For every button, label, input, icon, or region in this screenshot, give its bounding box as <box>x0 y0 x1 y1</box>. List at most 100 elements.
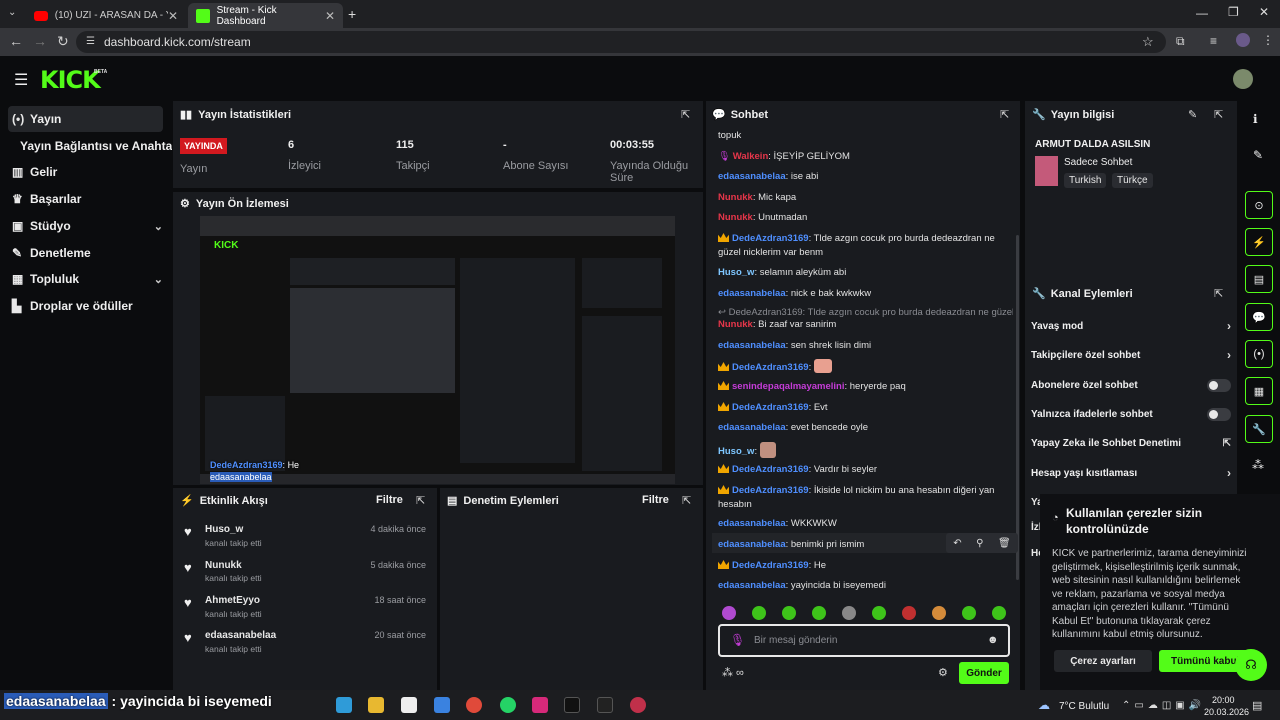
sidebar-item-gelir[interactable]: ▥ Gelir <box>8 159 163 185</box>
emote-icon[interactable] <box>812 606 826 620</box>
tiktok-icon[interactable] <box>564 697 580 713</box>
instagram-icon[interactable] <box>532 697 548 713</box>
popout-icon[interactable]: ⇱ <box>681 108 690 121</box>
profile-icon[interactable] <box>1236 33 1250 47</box>
notification-icon[interactable]: ▤ <box>1252 699 1262 712</box>
media-icon[interactable]: ≡ <box>1210 34 1217 48</box>
weather-text[interactable]: 7°C Bulutlu <box>1059 701 1109 712</box>
sidebar-item-droplar[interactable]: ▙ Droplar ve ödüller <box>8 293 163 319</box>
clock-time[interactable]: 20:00 <box>1212 695 1235 705</box>
sidebar-item-yayin[interactable]: (•) Yayın <box>8 106 163 132</box>
close-icon[interactable]: ✕ <box>325 9 335 23</box>
new-tab-button[interactable]: + <box>348 6 356 22</box>
menu-icon[interactable]: ⋮ <box>1262 33 1274 47</box>
whatsapp-icon[interactable] <box>500 697 516 713</box>
tradingview-icon[interactable] <box>597 697 613 713</box>
popout-icon[interactable]: ⇱ <box>1214 287 1223 300</box>
action-ai-moderation[interactable]: Yapay Zeka ile Sohbet Denetimi ⇱ <box>1031 433 1231 453</box>
activity-user[interactable]: Nunukk <box>205 560 242 571</box>
tag-turkish[interactable]: Turkish <box>1064 173 1107 188</box>
cookie-settings-button[interactable]: Çerez ayarları <box>1054 650 1152 672</box>
action-followers-only[interactable]: Takipçilere özel sohbet › <box>1031 345 1231 365</box>
edit-icon[interactable]: ✎ <box>1253 148 1263 162</box>
mic-icon[interactable]: 🎙 <box>730 633 745 647</box>
widget-activity-button[interactable]: ⚡ <box>1245 228 1273 256</box>
stats-footer-icon[interactable]: ⁂ ∞ <box>722 666 744 679</box>
file-explorer-icon[interactable] <box>368 697 384 713</box>
chat-settings-icon[interactable]: ⚙ <box>938 666 948 679</box>
popout-icon[interactable]: ⇱ <box>1000 108 1009 121</box>
tab-youtube[interactable]: (10) UZI - ARASAN DA - YouTub ✕ <box>26 3 186 28</box>
pin-icon[interactable]: ⚲ <box>976 538 983 549</box>
activity-filter-button[interactable]: Filtre <box>376 494 403 506</box>
extensions-icon[interactable]: ⧉ <box>1176 34 1185 49</box>
more-widgets-icon[interactable]: ⁂ <box>1252 458 1264 472</box>
user-avatar[interactable] <box>1233 69 1253 89</box>
category-name[interactable]: Sadece Sohbet <box>1064 157 1132 168</box>
edit-icon[interactable]: ✎ <box>1188 108 1197 121</box>
mail-icon[interactable] <box>434 697 450 713</box>
popout-icon[interactable]: ⇱ <box>682 494 691 507</box>
clock-date[interactable]: 20.03.2026 <box>1204 707 1249 717</box>
weather-icon[interactable]: ☁ <box>1038 698 1050 712</box>
send-button[interactable]: Gönder <box>959 662 1009 684</box>
widget-broadcast-button[interactable]: (•) <box>1245 340 1273 368</box>
sidebar-item-denetleme[interactable]: ✎ Denetleme <box>8 240 163 266</box>
emote-icon[interactable] <box>782 606 796 620</box>
emote-icon[interactable] <box>902 606 916 620</box>
emoji-icon[interactable]: ☻ <box>987 634 999 646</box>
tag-turkce[interactable]: Türkçe <box>1112 173 1153 188</box>
sidebar-item-basarilar[interactable]: ♛ Başarılar <box>8 186 163 212</box>
action-account-age[interactable]: Hesap yaşı kısıtlaması › <box>1031 463 1231 483</box>
chrome-icon[interactable] <box>466 697 482 713</box>
info-icon[interactable]: ℹ <box>1253 112 1258 126</box>
store-icon[interactable] <box>401 697 417 713</box>
address-bar[interactable]: dashboard.kick.com/stream <box>76 31 1166 53</box>
sidebar-item-topluluk[interactable]: ▦ Topluluk ⌄ <box>8 266 163 292</box>
widget-preview-button[interactable]: ⊙ <box>1245 191 1273 219</box>
moderation-filter-button[interactable]: Filtre <box>642 494 669 506</box>
minimize-button[interactable]: — <box>1196 6 1208 20</box>
window-close-button[interactable]: ✕ <box>1259 5 1269 19</box>
emote-icon[interactable] <box>872 606 886 620</box>
close-icon[interactable]: ✕ <box>168 9 178 23</box>
sidebar-item-studyo[interactable]: ▣ Stüdyo ⌄ <box>8 213 163 239</box>
activity-user[interactable]: Huso_w <box>205 524 243 535</box>
edge-icon[interactable] <box>336 697 352 713</box>
forward-icon[interactable]: → <box>33 33 47 49</box>
toggle-switch[interactable] <box>1207 407 1231 421</box>
popout-icon[interactable]: ⇱ <box>416 494 425 507</box>
site-info-icon[interactable]: ☰ <box>86 36 95 47</box>
widget-moderation-button[interactable]: ▤ <box>1245 265 1273 293</box>
emote-icon[interactable] <box>992 606 1006 620</box>
action-subscribers-only[interactable]: Abonelere özel sohbet <box>1031 375 1231 395</box>
app-icon[interactable] <box>630 697 646 713</box>
trash-icon[interactable]: 🗑 <box>998 538 1011 549</box>
widget-stats-button[interactable]: ▦ <box>1245 377 1273 405</box>
emote-icon[interactable] <box>752 606 766 620</box>
tab-kick[interactable]: Stream - Kick Dashboard ✕ <box>188 3 343 28</box>
maximize-button[interactable]: ❐ <box>1228 5 1239 19</box>
popout-icon[interactable]: ⇱ <box>1214 108 1223 121</box>
chat-scrollbar[interactable] <box>1016 235 1019 580</box>
action-slow-mode[interactable]: Yavaş mod › <box>1031 316 1231 336</box>
widget-chat-button[interactable]: 💬 <box>1245 303 1273 331</box>
emote-icon[interactable] <box>842 606 856 620</box>
chat-input[interactable]: Bir mesaj gönderin <box>718 624 1010 657</box>
widget-actions-button[interactable]: 🔧 <box>1245 415 1273 443</box>
support-chat-button[interactable]: ☊ <box>1235 649 1267 681</box>
tab-search-icon[interactable]: ⌄ <box>8 7 16 18</box>
reload-icon[interactable]: ↻ <box>57 33 69 50</box>
back-icon[interactable]: ← <box>9 33 23 49</box>
bookmark-star-icon[interactable]: ☆ <box>1142 34 1154 50</box>
activity-user[interactable]: edaasanabelaa <box>205 630 276 641</box>
tray-icons[interactable]: ⌃▭☁◫▣🔊 <box>1122 700 1205 711</box>
emote-icon[interactable] <box>962 606 976 620</box>
hamburger-icon[interactable]: ☰ <box>14 70 28 90</box>
toggle-switch[interactable] <box>1207 378 1231 392</box>
kick-logo[interactable]: KICK <box>40 66 101 94</box>
sidebar-item-stream-key[interactable]: Yayın Bağlantısı ve Anahtarı <box>16 133 172 159</box>
emote-icon[interactable] <box>722 606 736 620</box>
activity-user[interactable]: AhmetEyyo <box>205 595 260 606</box>
emote-icon[interactable] <box>932 606 946 620</box>
